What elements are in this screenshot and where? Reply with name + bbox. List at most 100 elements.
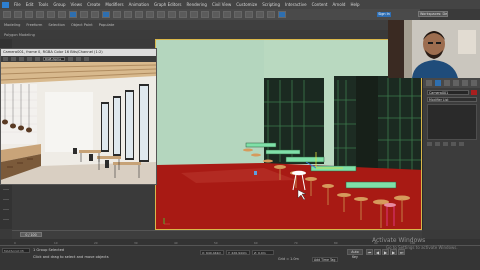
z-coordinate-field[interactable]: Z: 0.0m xyxy=(252,250,274,255)
select-and-scale-button[interactable] xyxy=(124,11,132,18)
menu-file[interactable]: File xyxy=(14,2,21,7)
rendered-frame-window: Camera001, frame 0, RGBA Color 16 Bits/C… xyxy=(0,48,157,185)
ribbon-panel: Polygon Modeling xyxy=(0,30,158,39)
menu-civil-view[interactable]: Civil View xyxy=(212,2,231,7)
app-logo-icon xyxy=(2,1,9,8)
menu-scripting[interactable]: Scripting xyxy=(262,2,280,7)
tab-modeling[interactable]: Modeling xyxy=(4,23,20,27)
link-button[interactable] xyxy=(25,11,33,18)
workspace-dropdown[interactable]: Workspaces: Default xyxy=(418,11,448,17)
menu-animation[interactable]: Animation xyxy=(129,2,149,7)
previous-frame-icon[interactable]: ◀ xyxy=(374,249,381,255)
object-color-swatch[interactable] xyxy=(471,90,477,95)
webcam-overlay xyxy=(388,20,480,78)
menu-create[interactable]: Create xyxy=(87,2,100,7)
tab-populate[interactable]: Populate xyxy=(99,23,115,27)
ribbon-polygon-modeling[interactable]: Polygon Modeling xyxy=(4,33,35,37)
sign-in-button[interactable]: Sign In xyxy=(377,12,391,17)
print-image-icon[interactable] xyxy=(27,57,32,61)
save-image-icon[interactable] xyxy=(3,57,8,61)
prompt-line: Click and drag to select and move object… xyxy=(33,255,109,259)
menu-edit[interactable]: Edit xyxy=(26,2,34,7)
y-coordinate-field[interactable]: Y: 226.944m xyxy=(226,250,250,255)
selection-filter-button[interactable] xyxy=(58,11,66,18)
curve-editor-button[interactable] xyxy=(223,11,231,18)
modify-tab-icon[interactable] xyxy=(435,80,441,86)
maxscript-listener[interactable]: MAXScript Mi xyxy=(2,248,30,253)
mirror-button[interactable] xyxy=(190,11,198,18)
material-editor-button[interactable] xyxy=(245,11,253,18)
display-tab-icon[interactable] xyxy=(462,80,468,86)
modifier-list-dropdown[interactable]: Modifier List xyxy=(427,97,477,102)
clear-image-icon[interactable] xyxy=(35,57,40,61)
unlink-button[interactable] xyxy=(36,11,44,18)
configure-sets-icon[interactable] xyxy=(459,142,464,146)
menu-arnold[interactable]: Arnold xyxy=(332,2,345,7)
time-slider-track[interactable]: 0 / 100 xyxy=(12,230,422,239)
command-panel: Camera001 Modifier List xyxy=(422,78,480,230)
render-setup-button[interactable] xyxy=(256,11,264,18)
select-and-rotate-button[interactable] xyxy=(113,11,121,18)
percent-snap-button[interactable] xyxy=(179,11,187,18)
undo-button[interactable] xyxy=(3,11,11,18)
rendered-restaurant-image xyxy=(1,62,156,184)
bind-space-warp-button[interactable] xyxy=(47,11,55,18)
menu-group[interactable]: Group xyxy=(53,2,65,7)
render-production-button[interactable] xyxy=(278,11,286,18)
main-toolbar xyxy=(0,9,420,20)
snaps-toggle-button[interactable] xyxy=(157,11,165,18)
redo-button[interactable] xyxy=(14,11,22,18)
menu-content[interactable]: Content xyxy=(312,2,328,7)
make-unique-icon[interactable] xyxy=(443,142,448,146)
rectangular-selection-button[interactable] xyxy=(91,11,99,18)
align-button[interactable] xyxy=(201,11,209,18)
add-time-tag-field[interactable]: Add Time Tag xyxy=(312,257,338,262)
time-slider[interactable]: 0 / 100 xyxy=(20,232,42,237)
window-frame-middle xyxy=(334,76,356,168)
x-coordinate-field[interactable]: X: 640.442m xyxy=(200,250,224,255)
tab-object-paint[interactable]: Object Paint xyxy=(71,23,93,27)
schematic-view-button[interactable] xyxy=(234,11,242,18)
auto-key-button[interactable]: Auto Key xyxy=(347,249,363,259)
channel-dropdown[interactable]: RGB Alpha xyxy=(43,57,65,61)
select-object-button[interactable] xyxy=(69,11,77,18)
menu-tools[interactable]: Tools xyxy=(38,2,48,7)
reference-coordinate-button[interactable] xyxy=(135,11,143,18)
tab-selection[interactable]: Selection xyxy=(48,23,65,27)
clone-frame-icon[interactable] xyxy=(19,57,24,61)
green-channel-icon[interactable] xyxy=(76,57,81,61)
3ds-max-window: File Edit Tools Group Views Create Modif… xyxy=(0,0,480,270)
menu-rendering[interactable]: Rendering xyxy=(187,2,207,7)
angle-snap-button[interactable] xyxy=(168,11,176,18)
pin-stack-icon[interactable] xyxy=(427,142,432,146)
blue-channel-icon[interactable] xyxy=(84,57,89,61)
menu-interactive[interactable]: Interactive xyxy=(285,2,307,7)
menu-views[interactable]: Views xyxy=(71,2,83,7)
select-and-move-button[interactable] xyxy=(102,11,110,18)
select-by-name-button[interactable] xyxy=(80,11,88,18)
menu-help[interactable]: Help xyxy=(350,2,359,7)
object-name-field[interactable]: Camera001 xyxy=(427,90,469,95)
pivot-center-button[interactable] xyxy=(146,11,154,18)
menu-graph-editors[interactable]: Graph Editors xyxy=(154,2,181,7)
rendered-frame-window-button[interactable] xyxy=(267,11,275,18)
hierarchy-tab-icon[interactable] xyxy=(444,80,450,86)
menu-customize[interactable]: Customize xyxy=(236,2,257,7)
selection-status: 1 Group Selected xyxy=(33,248,65,252)
create-tab-icon[interactable] xyxy=(426,80,432,86)
utilities-tab-icon[interactable] xyxy=(471,80,477,86)
command-panel-tabs xyxy=(423,78,480,88)
show-end-result-icon[interactable] xyxy=(435,142,440,146)
copy-image-icon[interactable] xyxy=(11,57,16,61)
go-to-start-icon[interactable]: ⏮ xyxy=(366,249,373,255)
activation-watermark: Activate Windows xyxy=(372,237,426,244)
motion-tab-icon[interactable] xyxy=(453,80,459,86)
perspective-viewport[interactable] xyxy=(155,39,422,230)
tab-freeform[interactable]: Freeform xyxy=(26,23,42,27)
menu-modifiers[interactable]: Modifiers xyxy=(105,2,123,7)
red-channel-icon[interactable] xyxy=(68,57,73,61)
remove-modifier-icon[interactable] xyxy=(451,142,456,146)
activation-watermark-subtitle: Go to Settings to activate Windows. xyxy=(386,245,458,250)
layer-explorer-button[interactable] xyxy=(212,11,220,18)
modifier-stack[interactable] xyxy=(427,104,477,140)
